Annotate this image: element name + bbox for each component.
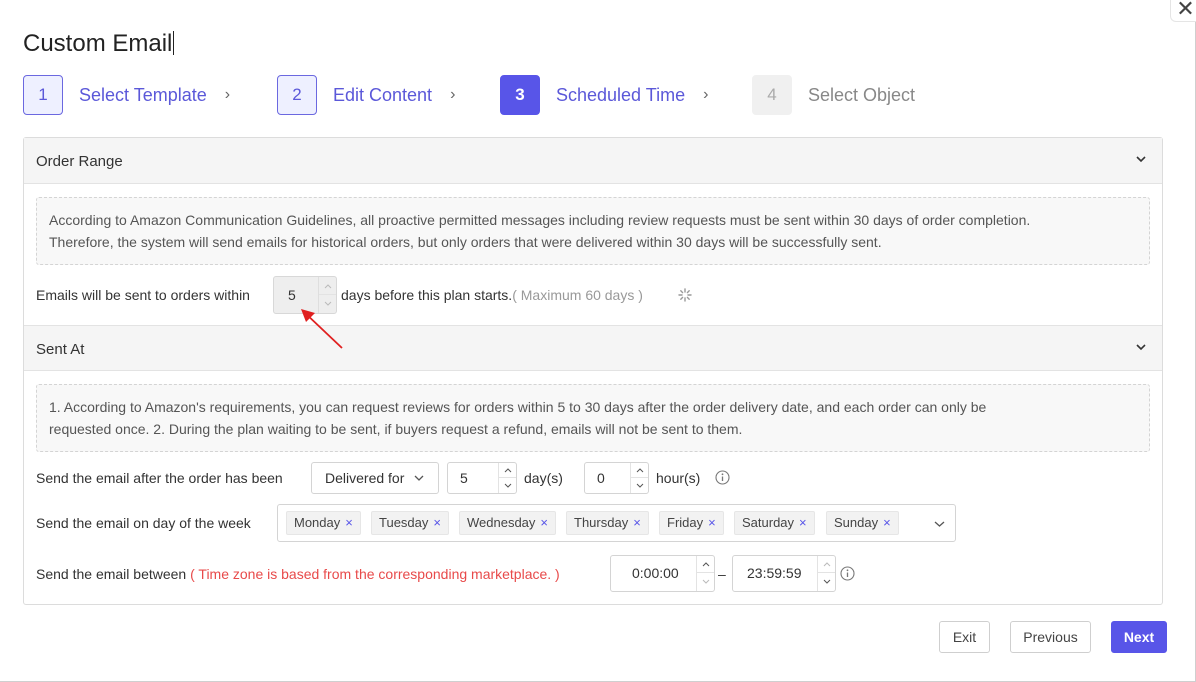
caret-up-icon[interactable] bbox=[818, 556, 835, 573]
order-range-suffix: days before this plan starts.( Maximum 6… bbox=[341, 287, 643, 303]
step-number: 2 bbox=[277, 75, 317, 115]
tag-remove-icon[interactable]: × bbox=[345, 515, 353, 530]
step-edit-content[interactable]: 2 Edit Content › bbox=[277, 75, 455, 115]
time-range-label: Send the email between ( Time zone is ba… bbox=[36, 566, 560, 582]
step-select-template[interactable]: 1 Select Template › bbox=[23, 75, 230, 115]
custom-email-dialog: ✕ Custom Email 1 Select Template › 2 Edi… bbox=[0, 0, 1196, 682]
section-title: Sent At bbox=[36, 341, 85, 358]
stepper-controls bbox=[630, 463, 648, 493]
days-unit: day(s) bbox=[524, 470, 563, 486]
step-number: 3 bbox=[500, 75, 540, 115]
chevron-down-icon bbox=[1136, 344, 1146, 351]
notice-line: 1. According to Amazon's requirements, y… bbox=[49, 399, 987, 415]
close-icon[interactable]: ✕ bbox=[1170, 0, 1196, 22]
order-range-label: Emails will be sent to orders within bbox=[36, 287, 250, 303]
loading-spinner-icon bbox=[678, 288, 692, 302]
hours-stepper[interactable]: 0 bbox=[584, 462, 649, 494]
chevron-down-icon bbox=[414, 475, 424, 481]
annotation-arrow-icon bbox=[301, 309, 343, 349]
weekday-tag: Friday × bbox=[659, 511, 724, 535]
start-time-input[interactable]: 0:00:00 bbox=[610, 555, 715, 592]
chevron-down-icon bbox=[934, 521, 945, 527]
weekday-tag: Saturday × bbox=[734, 511, 815, 535]
stepper-controls bbox=[498, 463, 516, 493]
time-value: 0:00:00 bbox=[632, 565, 679, 581]
weekday-tag: Wednesday × bbox=[459, 511, 557, 535]
stepper-controls bbox=[817, 556, 835, 591]
time-range-separator: – bbox=[718, 566, 726, 582]
timezone-note: ( Time zone is based from the correspond… bbox=[190, 566, 560, 582]
notice-line: requested once. 2. During the plan waiti… bbox=[49, 421, 743, 437]
sent-at-header[interactable]: Sent At bbox=[24, 325, 1162, 371]
tag-remove-icon[interactable]: × bbox=[708, 515, 716, 530]
hours-unit: hour(s) bbox=[656, 470, 701, 486]
weekday-tag: Sunday × bbox=[826, 511, 899, 535]
stepper-controls bbox=[696, 556, 714, 591]
tag-remove-icon[interactable]: × bbox=[633, 515, 641, 530]
send-after-label: Send the email after the order has been bbox=[36, 470, 283, 486]
section-title: Order Range bbox=[36, 153, 123, 170]
weekday-tag: Tuesday × bbox=[371, 511, 449, 535]
step-label: Scheduled Time bbox=[556, 84, 686, 105]
caret-up-icon[interactable] bbox=[319, 277, 336, 295]
dialog-title: Custom Email bbox=[23, 30, 175, 57]
step-select-object: 4 Select Object bbox=[752, 75, 915, 115]
step-number: 1 bbox=[23, 75, 63, 115]
max-days-hint: ( Maximum 60 days ) bbox=[512, 287, 643, 303]
stepper-value: 0 bbox=[597, 470, 605, 486]
step-scheduled-time[interactable]: 3 Scheduled Time › bbox=[500, 75, 708, 115]
caret-down-icon[interactable] bbox=[631, 478, 648, 493]
weekday-tag: Monday × bbox=[286, 511, 361, 535]
end-time-input[interactable]: 23:59:59 bbox=[732, 555, 836, 592]
caret-up-icon[interactable] bbox=[631, 463, 648, 478]
step-label: Edit Content bbox=[333, 84, 433, 105]
tag-remove-icon[interactable]: × bbox=[540, 515, 548, 530]
weekday-tag: Thursday × bbox=[566, 511, 649, 535]
order-range-header[interactable]: Order Range bbox=[24, 138, 1162, 184]
chevron-right-icon: › bbox=[450, 86, 456, 103]
caret-down-icon[interactable] bbox=[697, 573, 714, 591]
schedule-panel: Order Range According to Amazon Communic… bbox=[23, 137, 1163, 605]
notice-line: Therefore, the system will send emails f… bbox=[49, 234, 882, 250]
step-number: 4 bbox=[752, 75, 792, 115]
caret-down-icon[interactable] bbox=[499, 478, 516, 493]
caret-up-icon[interactable] bbox=[499, 463, 516, 478]
days-stepper[interactable]: 5 bbox=[447, 462, 517, 494]
weekday-label: Send the email on day of the week bbox=[36, 515, 251, 531]
tag-remove-icon[interactable]: × bbox=[433, 515, 441, 530]
stepper-value: 5 bbox=[288, 287, 296, 303]
exit-button[interactable]: Exit bbox=[939, 621, 990, 653]
tag-remove-icon[interactable]: × bbox=[883, 515, 891, 530]
chevron-down-icon bbox=[1136, 156, 1146, 163]
caret-up-icon[interactable] bbox=[697, 556, 714, 573]
next-button[interactable]: Next bbox=[1111, 621, 1167, 653]
previous-button[interactable]: Previous bbox=[1010, 621, 1091, 653]
info-icon[interactable] bbox=[715, 470, 730, 485]
chevron-right-icon: › bbox=[224, 86, 231, 103]
text-caret bbox=[173, 31, 175, 55]
info-icon[interactable] bbox=[840, 566, 855, 581]
order-range-notice: According to Amazon Communication Guidel… bbox=[36, 197, 1150, 265]
order-status-select[interactable]: Delivered for bbox=[311, 462, 439, 494]
time-value: 23:59:59 bbox=[747, 565, 802, 581]
sent-at-notice: 1. According to Amazon's requirements, y… bbox=[36, 384, 1150, 452]
tag-remove-icon[interactable]: × bbox=[799, 515, 807, 530]
notice-line: According to Amazon Communication Guidel… bbox=[49, 212, 1031, 228]
select-value: Delivered for bbox=[325, 470, 405, 486]
step-label: Select Template bbox=[79, 84, 207, 105]
stepper-value: 5 bbox=[460, 470, 468, 486]
step-label: Select Object bbox=[808, 84, 916, 105]
chevron-right-icon: › bbox=[703, 86, 709, 103]
weekday-multiselect[interactable]: Monday × Tuesday × Wednesday × Thursday × Fr… bbox=[277, 504, 956, 542]
caret-down-icon[interactable] bbox=[818, 573, 835, 591]
